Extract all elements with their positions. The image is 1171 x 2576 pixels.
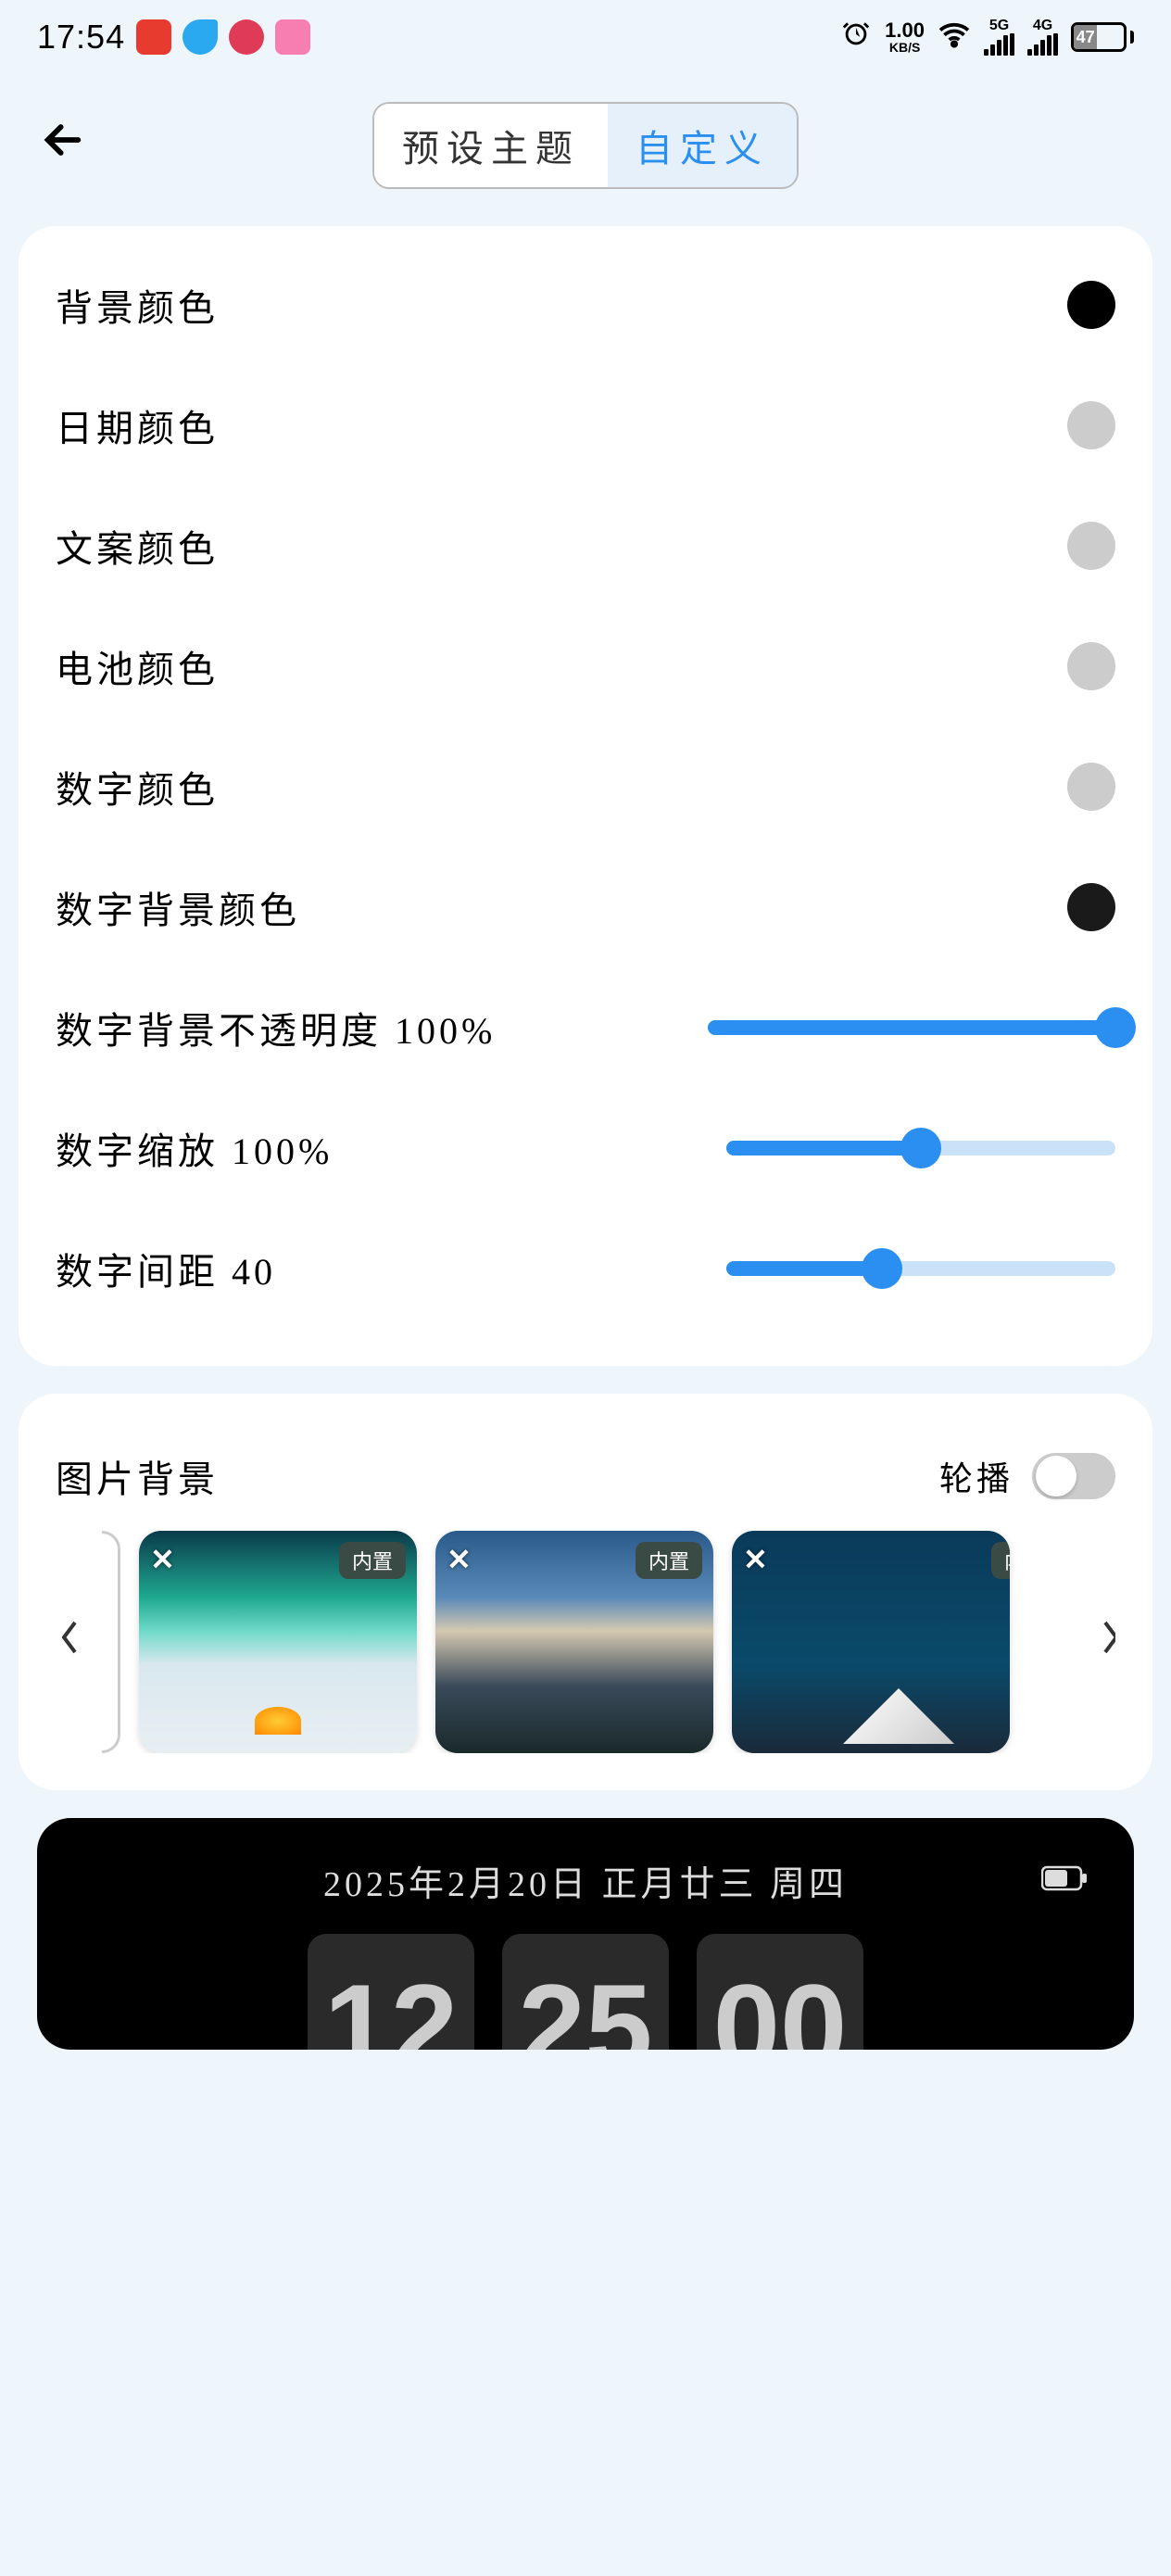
back-button[interactable] (37, 114, 89, 178)
spacing-label: 数字间距 40 (56, 1242, 276, 1295)
preview-battery-icon (1041, 1864, 1088, 1897)
text-color-swatch[interactable] (1067, 522, 1115, 570)
gallery-thumb-partial[interactable] (102, 1531, 120, 1753)
flip-minutes: 25 (502, 1934, 669, 2050)
status-bar: 17:54 1.00 KB/S 5G 4G 47 (0, 0, 1171, 74)
builtin-badge: 内置 (636, 1542, 702, 1579)
signal-5g: 5G (984, 19, 1014, 56)
bg-color-label: 背景颜色 (56, 278, 219, 332)
alarm-icon (840, 19, 872, 57)
date-color-swatch[interactable] (1067, 401, 1115, 449)
gallery-thumb-3[interactable]: ✕ 内 (732, 1531, 1010, 1753)
remove-icon[interactable]: ✕ (150, 1542, 175, 1577)
digit-color-label: 数字颜色 (56, 760, 219, 814)
wifi-icon (938, 18, 971, 57)
gallery-next-button[interactable] (1097, 1619, 1115, 1665)
gallery-card: 图片背景 轮播 ✕ 内置 ✕ 内置 ✕ 内 (19, 1394, 1152, 1790)
gallery-thumb-2[interactable]: ✕ 内置 (435, 1531, 713, 1753)
settings-card: 背景颜色 日期颜色 文案颜色 电池颜色 数字颜色 数字背景颜色 数字背景不透明度… (19, 226, 1152, 1366)
gallery-prev-button[interactable] (56, 1619, 83, 1665)
app-icon-2 (183, 19, 218, 55)
scale-slider[interactable] (726, 1141, 1115, 1155)
tab-custom[interactable]: 自定义 (608, 104, 797, 187)
row-text-color: 文案颜色 (56, 486, 1115, 606)
text-color-label: 文案颜色 (56, 519, 219, 573)
row-opacity: 数字背景不透明度 100% (56, 967, 1115, 1088)
row-battery-color: 电池颜色 (56, 606, 1115, 726)
status-time: 17:54 (37, 18, 125, 57)
app-icon-bilibili (275, 19, 310, 55)
scale-label: 数字缩放 100% (56, 1121, 333, 1175)
row-date-color: 日期颜色 (56, 365, 1115, 486)
builtin-badge: 内置 (339, 1542, 406, 1579)
flip-seconds: 00 (697, 1934, 863, 2050)
tab-bar: 预设主题 自定义 (372, 102, 799, 189)
row-spacing: 数字间距 40 (56, 1208, 1115, 1329)
remove-icon[interactable]: ✕ (447, 1542, 472, 1577)
opacity-slider[interactable] (708, 1020, 1115, 1035)
signal-4g: 4G (1027, 19, 1058, 56)
network-speed: 1.00 KB/S (885, 20, 925, 54)
header: 预设主题 自定义 (0, 74, 1171, 226)
battery-color-label: 电池颜色 (56, 639, 219, 693)
spacing-slider[interactable] (726, 1261, 1115, 1276)
carousel-label: 轮播 (939, 1452, 1014, 1500)
app-icon-toutiao (136, 19, 171, 55)
date-color-label: 日期颜色 (56, 398, 219, 452)
row-digit-bg-color: 数字背景颜色 (56, 847, 1115, 967)
preview-date: 2025年2月20日 正月廿三 周四 (323, 1855, 848, 1906)
bg-color-swatch[interactable] (1067, 281, 1115, 329)
digit-bg-color-label: 数字背景颜色 (56, 880, 300, 934)
remove-icon[interactable]: ✕ (743, 1542, 768, 1577)
builtin-badge: 内 (991, 1542, 1010, 1579)
row-digit-color: 数字颜色 (56, 726, 1115, 847)
row-bg-color: 背景颜色 (56, 245, 1115, 365)
app-icon-3 (229, 19, 264, 55)
image-gallery: ✕ 内置 ✕ 内置 ✕ 内 (56, 1531, 1115, 1753)
digit-color-swatch[interactable] (1067, 763, 1115, 811)
gallery-title: 图片背景 (56, 1449, 219, 1503)
carousel-toggle[interactable] (1032, 1453, 1115, 1499)
row-scale: 数字缩放 100% (56, 1088, 1115, 1208)
clock-preview: 2025年2月20日 正月廿三 周四 12 25 00 (37, 1818, 1134, 2050)
battery-color-swatch[interactable] (1067, 642, 1115, 690)
gallery-thumb-1[interactable]: ✕ 内置 (139, 1531, 417, 1753)
tab-preset[interactable]: 预设主题 (374, 104, 608, 187)
battery-indicator: 47 (1071, 22, 1134, 52)
digit-bg-color-swatch[interactable] (1067, 883, 1115, 931)
opacity-label: 数字背景不透明度 100% (56, 1001, 496, 1054)
flip-hours: 12 (308, 1934, 474, 2050)
